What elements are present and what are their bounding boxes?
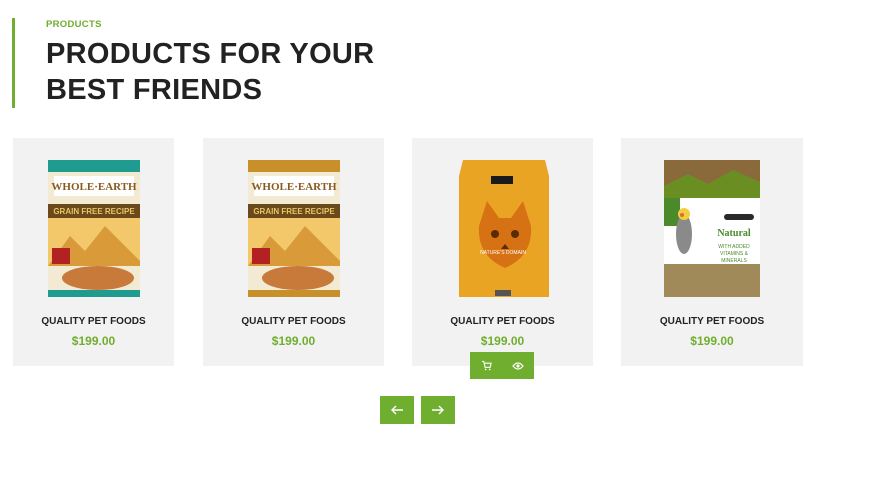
section-title-line-2: BEST FRIENDS xyxy=(46,74,263,106)
product-name[interactable]: QUALITY PET FOODS xyxy=(412,316,593,327)
product-name[interactable]: QUALITY PET FOODS xyxy=(203,316,384,327)
product-card[interactable]: Natural WITH ADDED VITAMINS & MINERALS Q… xyxy=(621,138,803,366)
svg-text:VITAMINS &: VITAMINS & xyxy=(720,251,749,257)
product-image-dog-food-bag[interactable]: WHOLE·EARTH GRAIN FREE RECIPE xyxy=(40,156,148,301)
section-title: PRODUCTS FOR YOUR BEST FRIENDS xyxy=(46,36,374,108)
section-title-line-1: PRODUCTS FOR YOUR xyxy=(46,38,375,70)
product-card[interactable]: WHOLE·EARTH GRAIN FREE RECIPE QUALITY PE… xyxy=(203,138,384,366)
svg-text:WHOLE·EARTH: WHOLE·EARTH xyxy=(51,181,137,193)
cart-icon xyxy=(481,360,492,371)
product-name[interactable]: QUALITY PET FOODS xyxy=(621,316,803,327)
product-name[interactable]: QUALITY PET FOODS xyxy=(13,316,174,327)
svg-text:Natural: Natural xyxy=(717,228,751,239)
product-price: $199.00 xyxy=(480,334,525,348)
carousel-prev-button[interactable] xyxy=(380,396,414,424)
product-actions xyxy=(470,352,534,379)
section-header: PRODUCTS PRODUCTS FOR YOUR BEST FRIENDS xyxy=(12,18,374,108)
product-price: $199.00 xyxy=(71,334,116,348)
carousel-next-button[interactable] xyxy=(421,396,455,424)
svg-text:WITH ADDED: WITH ADDED xyxy=(718,244,750,250)
product-price: $199.00 xyxy=(271,334,316,348)
svg-text:WHOLE·EARTH: WHOLE·EARTH xyxy=(251,181,337,193)
product-card[interactable]: WHOLE·EARTH GRAIN FREE RECIPE QUALITY PE… xyxy=(13,138,174,366)
product-card[interactable]: NATURE'S DOMAIN QUALITY PET FOODS $199.0… xyxy=(412,138,593,366)
svg-text:GRAIN FREE RECIPE: GRAIN FREE RECIPE xyxy=(253,207,335,216)
product-price: $199.00 xyxy=(690,334,734,348)
add-to-cart-button[interactable] xyxy=(470,352,502,379)
arrow-right-icon xyxy=(432,405,444,415)
svg-text:MINERALS: MINERALS xyxy=(721,258,747,264)
product-image-cat-food-bag[interactable]: NATURE'S DOMAIN xyxy=(449,156,557,301)
svg-text:GRAIN FREE RECIPE: GRAIN FREE RECIPE xyxy=(53,207,135,216)
section-eyebrow: PRODUCTS xyxy=(46,19,102,30)
quick-view-button[interactable] xyxy=(502,352,534,379)
product-image-bird-food-bag[interactable]: Natural WITH ADDED VITAMINS & MINERALS xyxy=(658,156,766,301)
eye-icon xyxy=(512,361,524,370)
svg-text:NATURE'S DOMAIN: NATURE'S DOMAIN xyxy=(480,250,526,256)
arrow-left-icon xyxy=(391,405,403,415)
product-image-dog-food-bag[interactable]: WHOLE·EARTH GRAIN FREE RECIPE xyxy=(240,156,348,301)
